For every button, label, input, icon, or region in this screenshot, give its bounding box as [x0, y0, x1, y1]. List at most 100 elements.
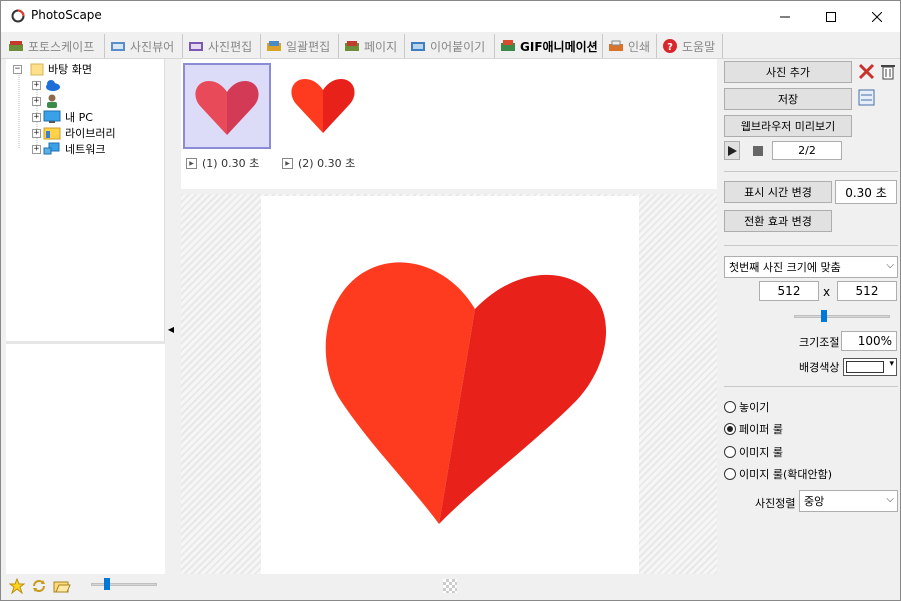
tree-item-onedrive[interactable]: + [32, 77, 61, 93]
print-icon [609, 40, 623, 51]
separator [724, 386, 898, 387]
preview-canvas [181, 194, 717, 574]
maximize-icon [826, 11, 836, 22]
save-button[interactable]: 저장 [724, 88, 852, 110]
add-photo-button[interactable]: 사진 추가 [724, 61, 852, 83]
tree-item-label: 네트워크 [65, 143, 106, 156]
thumbnail-size-slider-thumb[interactable] [104, 578, 110, 590]
resize-slider-track[interactable] [794, 310, 890, 322]
photo-viewer-icon [111, 42, 125, 51]
color-swatch [846, 361, 884, 373]
chevron-down-icon: ⌵ [886, 260, 894, 271]
frame-thumbnail-2[interactable] [281, 63, 369, 149]
tab-label: 일괄편집 [286, 39, 331, 54]
collapse-left-panel-button[interactable]: ◀ [166, 279, 176, 379]
radio-option-0[interactable]: 놓이기 [724, 399, 769, 415]
file-list-panel [6, 344, 165, 574]
separator [724, 171, 898, 172]
gif-animation-icon [501, 40, 515, 51]
resize-value-field[interactable]: 100% [841, 331, 897, 351]
expand-icon[interactable]: + [32, 144, 41, 154]
library-icon [43, 127, 61, 140]
folder-icon [30, 63, 44, 76]
tab-help[interactable]: ? 도움말 [657, 34, 723, 58]
radio-option-1[interactable]: 페이퍼 룰 [724, 421, 783, 437]
tab-label: 인쇄 [628, 39, 651, 54]
size-mode-dropdown[interactable]: 첫번째 사진 크기에 맞춤 ⌵ [724, 256, 898, 278]
background-color-picker[interactable]: ▾ [843, 358, 897, 376]
radio-option-3[interactable]: 이미지 룰(확대안함) [724, 466, 832, 482]
tab-label: 사진뷰어 [130, 39, 175, 54]
minimize-icon [780, 16, 790, 17]
expand-icon[interactable]: + [32, 128, 41, 138]
resize-slider-thumb[interactable] [821, 310, 827, 322]
play-frame-icon[interactable]: ▶ [282, 157, 293, 169]
align-label: 사진정렬 [755, 497, 796, 510]
tab-photo-viewer[interactable]: 사진뷰어 [105, 34, 183, 58]
maximize-button[interactable] [808, 1, 854, 32]
photoscape-logo-icon [11, 9, 25, 23]
app-window: PhotoScape 포토스케이프 사진뷰어 사진편집 일괄편집 페이지 이어붙… [0, 0, 901, 601]
radio-option-2[interactable]: 이미지 룰 [724, 444, 783, 460]
radio-label: 놓이기 [739, 401, 770, 414]
onedrive-icon [46, 80, 60, 91]
tab-combine[interactable]: 이어붙이기 [405, 34, 495, 58]
heart-thumbnail-image [291, 79, 355, 133]
user-icon [47, 94, 57, 108]
frame-caption-text: (1) 0.30 초 [202, 157, 260, 170]
star-icon[interactable] [9, 578, 25, 594]
tree-item-label: 내 PC [65, 111, 93, 124]
tab-gif-animation[interactable]: GIF애니메이션 [495, 34, 603, 58]
transparency-grid-icon[interactable] [443, 579, 457, 593]
tab-photo-editor[interactable]: 사진편집 [183, 34, 261, 58]
refresh-icon[interactable] [31, 578, 47, 594]
transition-effect-button[interactable]: 전환 효과 변경 [724, 210, 832, 232]
radio-icon [724, 401, 736, 413]
dimension-separator: x [823, 285, 831, 299]
size-mode-value: 첫번째 사진 크기에 맞춤 [729, 261, 841, 274]
stop-button[interactable] [747, 141, 768, 160]
height-field[interactable]: 512 [837, 281, 897, 301]
expand-icon[interactable]: + [32, 112, 41, 122]
network-icon [43, 142, 60, 155]
frame-thumbnail-1[interactable] [183, 63, 271, 149]
books-icon [9, 41, 23, 51]
play-frame-icon[interactable]: ▶ [186, 157, 197, 169]
close-button[interactable] [854, 1, 900, 32]
list-view-icon[interactable] [858, 89, 875, 106]
photo-editor-icon [189, 42, 203, 51]
play-button[interactable] [724, 141, 740, 160]
window-title: PhotoScape [31, 8, 102, 22]
display-time-change-button[interactable]: 표시 시간 변경 [724, 181, 832, 203]
tree-item-user[interactable]: + [32, 93, 61, 109]
svg-text:?: ? [667, 42, 673, 53]
main-tab-bar: 포토스케이프 사진뷰어 사진편집 일괄편집 페이지 이어붙이기 GIF애니메이션 [1, 32, 900, 59]
tab-batch-editor[interactable]: 일괄편집 [261, 34, 339, 58]
tree-item-libraries[interactable]: + 라이브러리 [32, 125, 116, 141]
tab-photoscape[interactable]: 포토스케이프 [3, 34, 105, 58]
chevron-left-icon: ◀ [167, 324, 175, 334]
tree-item-desktop[interactable]: − 바탕 화면 [13, 61, 92, 77]
tab-label: 포토스케이프 [28, 39, 95, 54]
folder-tree: − 바탕 화면 + + + 내 PC + 라이브러리 + 네트워크 [6, 59, 165, 341]
help-icon: ? [663, 39, 677, 53]
resize-label: 크기조절 [799, 336, 840, 349]
minimize-button[interactable] [762, 1, 808, 32]
tab-page[interactable]: 페이지 [339, 34, 405, 58]
trash-icon[interactable] [880, 62, 896, 80]
width-field[interactable]: 512 [759, 281, 819, 301]
tab-label: 페이지 [364, 39, 398, 54]
expand-icon[interactable]: + [32, 80, 41, 90]
tab-print[interactable]: 인쇄 [603, 34, 657, 58]
tree-item-network[interactable]: + 네트워크 [32, 141, 105, 157]
thumbnail-size-slider-track[interactable] [91, 578, 157, 590]
remove-icon[interactable] [858, 63, 875, 80]
frame-caption-1: ▶ (1) 0.30 초 [186, 155, 259, 171]
browser-preview-button[interactable]: 웹브라우저 미리보기 [724, 115, 852, 137]
play-icon [727, 145, 737, 156]
tree-item-this-pc[interactable]: + 내 PC [32, 109, 93, 125]
expand-icon[interactable]: + [32, 96, 41, 106]
collapse-icon[interactable]: − [13, 64, 22, 74]
align-dropdown[interactable]: 중앙 ⌵ [799, 490, 898, 512]
open-folder-icon[interactable] [53, 578, 71, 594]
